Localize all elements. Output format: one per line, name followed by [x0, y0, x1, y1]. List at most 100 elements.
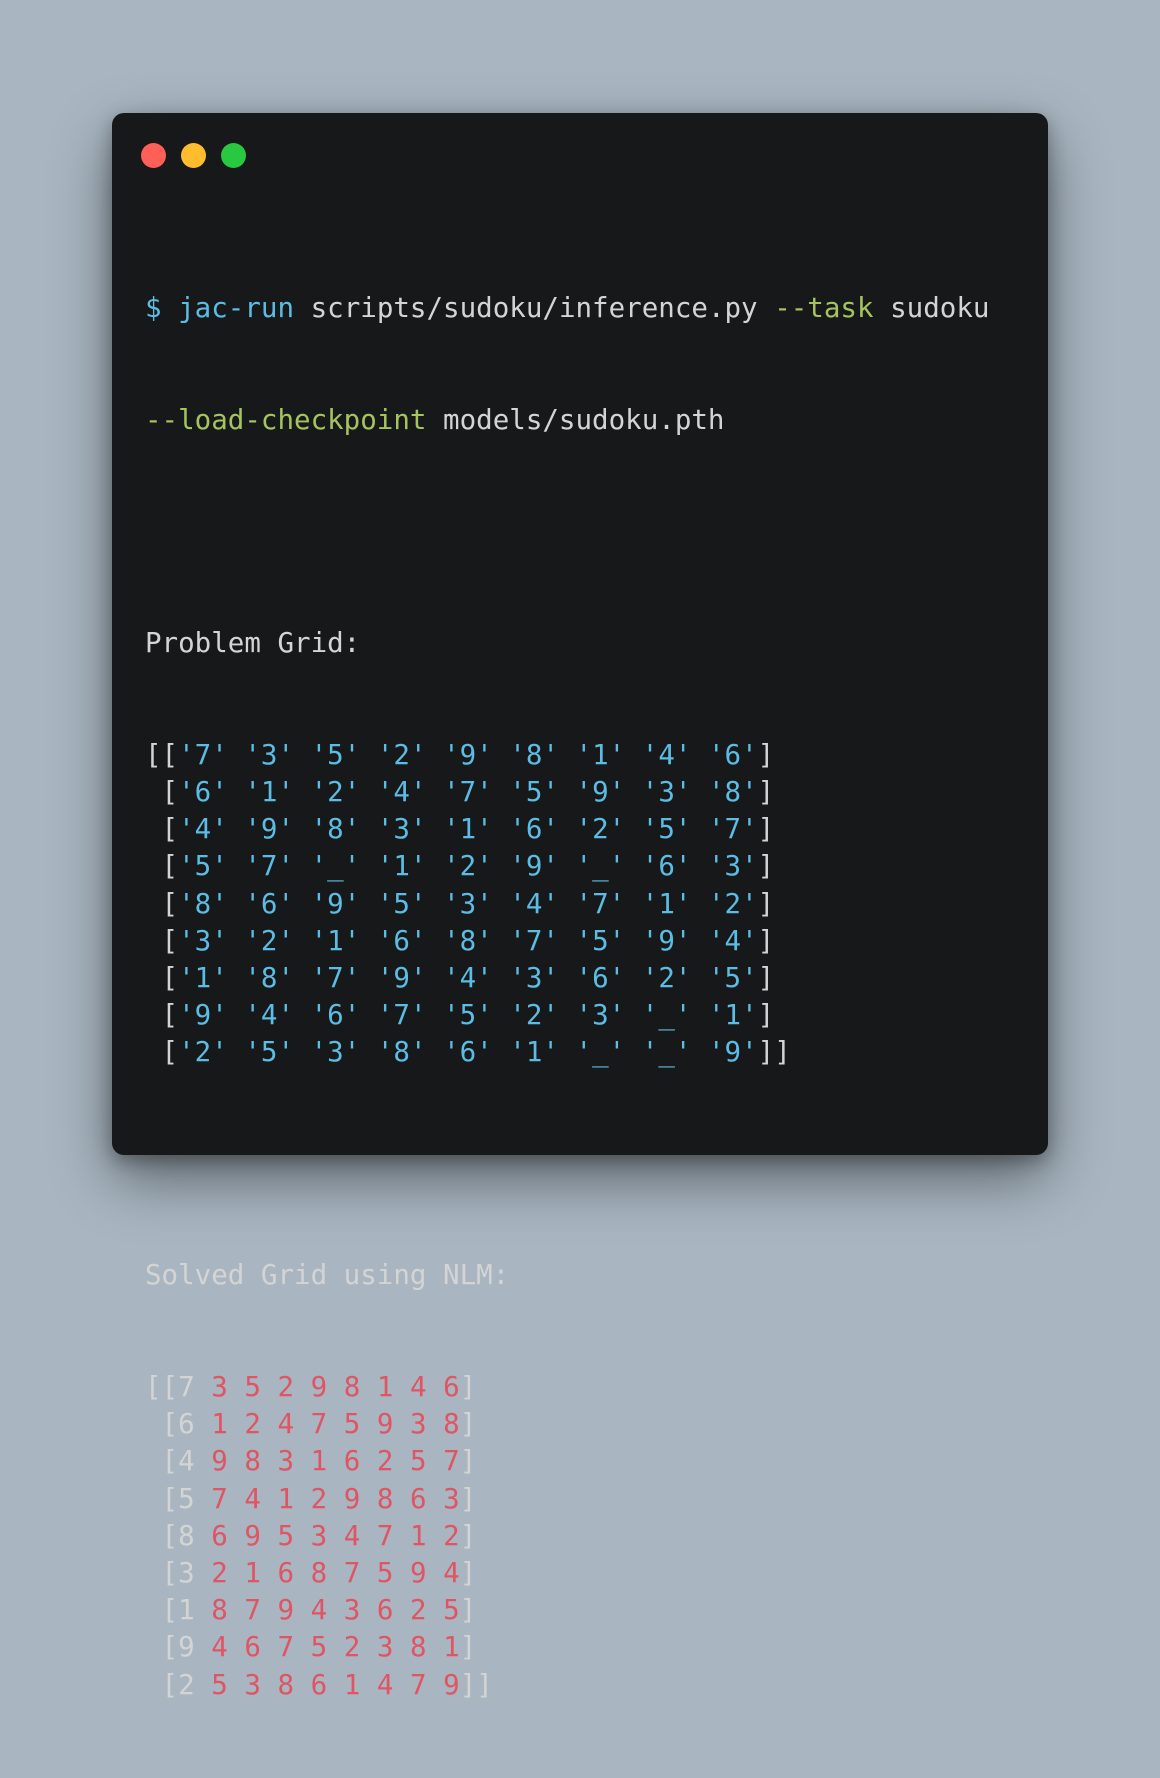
- row-close-bracket: ]: [757, 813, 775, 846]
- problem-cell: '9': [244, 813, 295, 846]
- solved-cell: 2: [443, 1519, 460, 1552]
- solved-cell: 2: [343, 1631, 361, 1664]
- problem-grid-row: ['2' '5' '3' '8' '6' '1' '_' '_' '9']]: [145, 1034, 989, 1071]
- solved-cell: 9: [244, 1519, 261, 1552]
- problem-cell: '_': [310, 850, 361, 883]
- problem-cell: '7': [443, 775, 493, 808]
- problem-cell: '3': [310, 1036, 361, 1069]
- terminal-output: $ jac-run scripts/sudoku/inference.py --…: [145, 216, 989, 1778]
- problem-cell: '_': [641, 999, 692, 1032]
- problem-cell: '8': [178, 887, 228, 920]
- solved-grid-row: [3 2 1 6 8 7 5 9 4]: [145, 1555, 989, 1592]
- solved-grid-row: [1 8 7 9 4 3 6 2 5]: [145, 1592, 989, 1629]
- row-close-bracket: ]]: [459, 1668, 493, 1701]
- row-close-bracket: ]: [459, 1594, 477, 1627]
- solved-grid-row: [6 1 2 4 7 5 9 3 8]: [145, 1406, 989, 1443]
- solved-cell: 3: [178, 1557, 195, 1589]
- problem-grid-row: ['3' '2' '1' '6' '8' '7' '5' '9' '4']: [145, 923, 989, 960]
- solved-cell: 8: [410, 1631, 427, 1664]
- row-open-bracket: [: [145, 1482, 179, 1515]
- solved-cell: 9: [376, 1408, 394, 1441]
- solved-cell: 5: [343, 1408, 361, 1441]
- problem-cell: '3': [178, 924, 228, 957]
- problem-cell: '4': [443, 961, 493, 994]
- row-close-bracket: ]: [459, 1631, 477, 1664]
- problem-cell: '7': [310, 961, 361, 994]
- row-close-bracket: ]: [757, 738, 775, 771]
- solved-cell: 1: [343, 1668, 361, 1701]
- solved-cell: 1: [211, 1408, 228, 1441]
- maximize-window-button[interactable]: [221, 143, 246, 168]
- row-close-bracket: ]: [459, 1408, 477, 1441]
- problem-cell: '5': [376, 887, 427, 920]
- solved-cell: 3: [277, 1445, 295, 1478]
- command-script: scripts/sudoku/inference.py: [310, 292, 758, 325]
- problem-grid-row: ['4' '9' '8' '3' '1' '6' '2' '5' '7']: [145, 811, 989, 848]
- problem-cell: '3': [509, 961, 559, 994]
- problem-cell: '5': [244, 1036, 295, 1069]
- problem-cell: '2': [310, 775, 361, 808]
- row-open-bracket: [: [145, 1036, 179, 1069]
- problem-cell: '1': [708, 999, 758, 1032]
- solved-cell: 6: [244, 1631, 261, 1664]
- problem-cell: '1': [509, 1036, 559, 1069]
- solved-cell: 4: [277, 1408, 295, 1441]
- solved-cell: 4: [211, 1631, 228, 1664]
- problem-cell: '8': [376, 1036, 427, 1069]
- solved-cell: 6: [310, 1668, 328, 1701]
- solved-cell: 2: [244, 1408, 261, 1441]
- problem-cell: '9': [178, 999, 228, 1032]
- solved-cell: 5: [178, 1482, 195, 1515]
- problem-cell: '6': [509, 813, 559, 846]
- solved-cell: 6: [343, 1445, 361, 1478]
- problem-cell: '8': [310, 813, 361, 846]
- solved-cell: 7: [410, 1668, 427, 1701]
- minimize-window-button[interactable]: [181, 143, 206, 168]
- solved-cell: 2: [277, 1371, 295, 1404]
- problem-grid-row: [['7' '3' '5' '2' '9' '8' '1' '4' '6']: [145, 737, 989, 774]
- problem-cell: '1': [376, 850, 427, 883]
- solved-cell: 3: [443, 1482, 460, 1515]
- solved-grid: [[7 3 5 2 9 8 1 4 6] [6 1 2 4 7 5 9 3 8]…: [145, 1369, 989, 1704]
- problem-cell: '2': [575, 813, 626, 846]
- solved-cell: 7: [376, 1519, 394, 1552]
- solved-cell: 5: [277, 1519, 295, 1552]
- solved-cell: 5: [310, 1631, 328, 1664]
- problem-cell: '5': [178, 850, 228, 883]
- close-window-button[interactable]: [141, 143, 166, 168]
- problem-cell: '5': [575, 924, 626, 957]
- problem-cell: '6': [376, 924, 427, 957]
- solved-cell: 1: [443, 1631, 460, 1664]
- solved-cell: 7: [343, 1557, 361, 1589]
- problem-cell: '6': [310, 999, 361, 1032]
- problem-cell: '4': [178, 813, 228, 846]
- solved-cell: 9: [343, 1482, 361, 1515]
- problem-grid-row: ['9' '4' '6' '7' '5' '2' '3' '_' '1']: [145, 997, 989, 1034]
- command-line-1: $ jac-run scripts/sudoku/inference.py --…: [145, 290, 989, 327]
- problem-cell: '3': [244, 738, 295, 771]
- solved-cell: 8: [310, 1557, 328, 1589]
- solved-grid-row: [[7 3 5 2 9 8 1 4 6]: [145, 1369, 989, 1406]
- solved-cell: 7: [211, 1482, 228, 1515]
- solved-cell: 4: [343, 1519, 361, 1552]
- solved-grid-row: [2 5 3 8 6 1 4 7 9]]: [145, 1667, 989, 1704]
- problem-cell: '5': [509, 775, 559, 808]
- solved-cell: 2: [211, 1557, 228, 1589]
- solved-cell: 7: [178, 1371, 195, 1404]
- problem-grid-heading: Problem Grid:: [145, 627, 361, 660]
- row-open-bracket: [: [145, 1519, 179, 1552]
- solved-cell: 9: [410, 1557, 427, 1589]
- solved-cell: 6: [178, 1408, 195, 1441]
- row-close-bracket: ]: [459, 1445, 477, 1478]
- problem-cell: '3': [443, 887, 493, 920]
- solved-cell: 2: [410, 1594, 427, 1627]
- solved-grid-row: [9 4 6 7 5 2 3 8 1]: [145, 1629, 989, 1666]
- problem-cell: '6': [708, 738, 758, 771]
- command-executable: jac-run: [178, 292, 295, 325]
- solved-cell: 2: [310, 1482, 328, 1515]
- problem-cell: '4': [376, 775, 427, 808]
- problem-cell: '9': [641, 924, 692, 957]
- problem-cell: '4': [641, 738, 692, 771]
- solved-cell: 5: [443, 1594, 460, 1627]
- problem-cell: '3': [641, 775, 692, 808]
